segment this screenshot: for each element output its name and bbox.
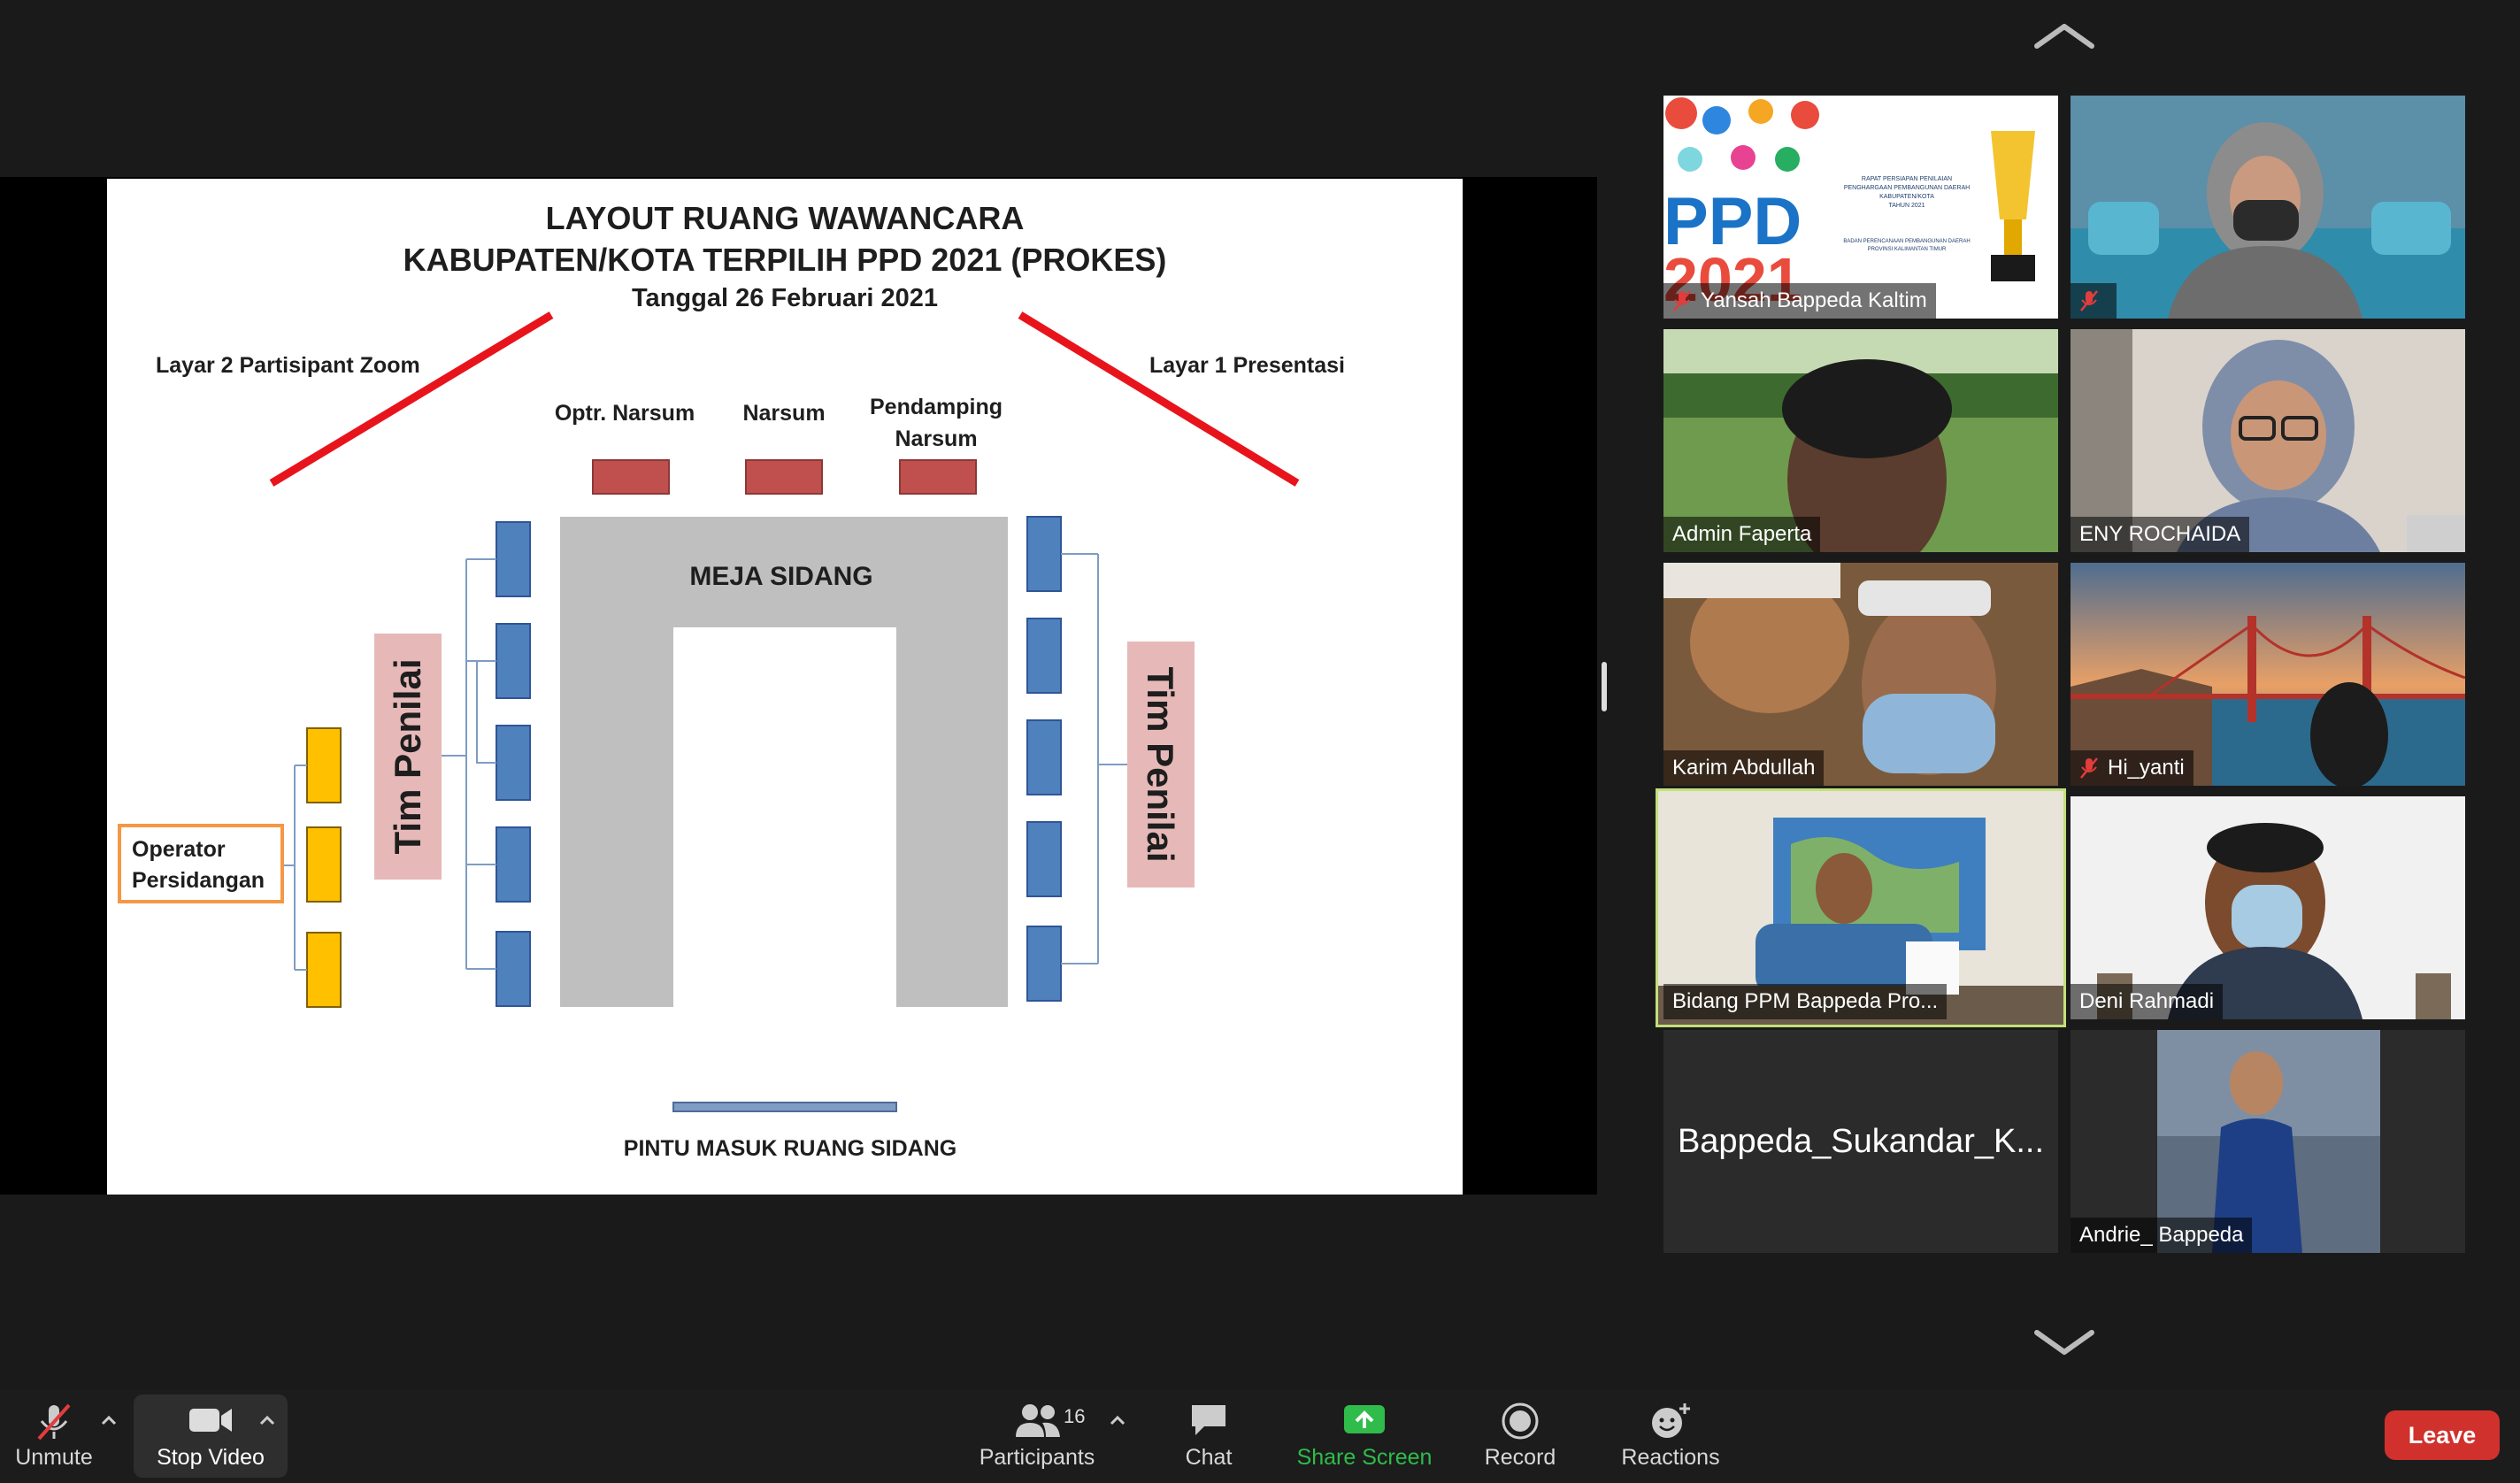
participant-tile[interactable]: ENY ROCHAIDA [2071, 329, 2465, 552]
participant-name-tag: Andrie_ Bappeda [2071, 1218, 2253, 1253]
participant-name: Yansah Bappeda Kaltim [1701, 288, 1927, 312]
participant-name: Bidang PPM Bappeda Pro... [1672, 989, 1939, 1013]
panel-right-label: Tim Penilai [1140, 667, 1181, 863]
slide-title-line2: KABUPATEN/KOTA TERPILIH PPD 2021 (PROKES… [403, 242, 1167, 278]
microphone-muted-icon [37, 1403, 71, 1441]
participant-name-tag [2071, 283, 2117, 319]
thumbnail-caption-6: PROVINSI KALIMANTAN TIMUR [1868, 247, 1947, 252]
participant-tile[interactable]: PPD 2021 RAPAT PERSIAPAN PENILAIAN PENGH… [1663, 96, 2058, 319]
microphone-muted-icon [1673, 290, 1691, 311]
table-label: MEJA SIDANG [689, 562, 872, 591]
screen-right-line [1018, 311, 1300, 487]
video-camera-icon [189, 1409, 232, 1432]
room-layout-diagram: LAYOUT RUANG WAWANCARA KABUPATEN/KOTA TE… [118, 200, 1345, 1161]
participants-icon [1016, 1404, 1060, 1437]
screen-left-line [269, 311, 554, 487]
seat-label-pendamping-2: Narsum [895, 426, 977, 451]
reactions-label: Reactions [1621, 1445, 1720, 1470]
participant-tile-video-off[interactable]: Bappeda_Sukandar_K... [1663, 1030, 2058, 1253]
participant-name-tag: Karim Abdullah [1663, 750, 1825, 786]
share-screen-icon [1344, 1405, 1385, 1433]
presentation-slide: LAYOUT RUANG WAWANCARA KABUPATEN/KOTA TE… [107, 179, 1463, 1195]
share-screen-label: Share Screen [1296, 1445, 1433, 1470]
entrance-label: PINTU MASUK RUANG SIDANG [624, 1136, 957, 1161]
gallery-next-page-icon[interactable] [2032, 1325, 2097, 1361]
seat-label-pendamping-1: Pendamping [870, 395, 1003, 419]
unmute-button[interactable]: Unmute [0, 1389, 108, 1483]
split-resize-handle[interactable] [1602, 662, 1607, 711]
leave-meeting-button[interactable]: Leave [2385, 1410, 2500, 1460]
participant-tile[interactable]: Andrie_ Bappeda [2071, 1030, 2465, 1253]
participants-button[interactable]: 16 Participants [973, 1389, 1101, 1483]
participant-tile[interactable]: Hi_yanti [2071, 563, 2465, 786]
seat-operator-narsum [592, 459, 670, 495]
participant-tile-active-speaker[interactable]: Bidang PPM Bappeda Pro... [1656, 788, 2066, 1027]
participant-name-tag: Admin Faperta [1663, 517, 1821, 552]
seat-label-narsum: Narsum [742, 401, 825, 426]
reactions-button[interactable]: Reactions [1610, 1389, 1731, 1483]
participant-tile[interactable]: Deni Rahmadi [2071, 796, 2465, 1019]
thumbnail-caption-2: PENGHARGAAN PEMBANGUNAN DAERAH [1844, 185, 1970, 191]
record-label: Record [1484, 1445, 1556, 1470]
participant-video [2071, 96, 2465, 319]
participants-options-chevron-up-icon[interactable] [1108, 1410, 1127, 1430]
participant-name-tag: Deni Rahmadi [2071, 984, 2224, 1019]
participant-name: Andrie_ Bappeda [2079, 1223, 2244, 1247]
chat-bubble-icon [1192, 1405, 1225, 1435]
chat-button[interactable]: Chat [1159, 1389, 1258, 1483]
gallery-prev-page-icon[interactable] [2032, 18, 2097, 53]
stop-video-label: Stop Video [157, 1445, 265, 1470]
participant-tile[interactable]: Karim Abdullah [1663, 563, 2058, 786]
participant-name-tag: Yansah Bappeda Kaltim [1663, 283, 1936, 319]
microphone-muted-icon [2080, 757, 2098, 779]
participants-label: Participants [979, 1445, 1095, 1470]
left-jury-seats [496, 521, 531, 1007]
participant-name: Hi_yanti [2108, 756, 2185, 780]
screen-left-label: Layar 2 Partisipant Zoom [156, 353, 420, 378]
participant-tile[interactable] [2071, 96, 2465, 319]
slide-title-line1: LAYOUT RUANG WAWANCARA [546, 200, 1025, 236]
meeting-toolbar: Unmute Stop Video 16 Participants Chat S… [0, 1389, 2520, 1483]
seat-narsum [745, 459, 823, 495]
panel-left-label: Tim Penilai [387, 659, 428, 855]
operator-label-line1: Operator [132, 837, 226, 862]
slide-date: Tanggal 26 Februari 2021 [632, 284, 938, 312]
screen-right-label: Layar 1 Presentasi [1149, 353, 1345, 378]
thumbnail-caption-5: BADAN PERENCANAAN PEMBANGUNAN DAERAH [1843, 239, 1970, 244]
microphone-muted-icon [2080, 290, 2098, 311]
thumbnail-caption-4: TAHUN 2021 [1888, 203, 1925, 209]
audio-options-chevron-up-icon[interactable] [99, 1410, 119, 1430]
participant-name: Admin Faperta [1672, 522, 1812, 546]
video-options-chevron-up-icon[interactable] [257, 1410, 277, 1430]
participant-name-large: Bappeda_Sukandar_K... [1677, 1122, 2045, 1160]
participant-tile[interactable]: Admin Faperta [1663, 329, 2058, 552]
seat-label-operator-narsum: Optr. Narsum [555, 401, 695, 426]
operator-seats [306, 727, 342, 1008]
emoji-reaction-icon [1652, 1403, 1690, 1438]
participant-name-tag: Bidang PPM Bappeda Pro... [1663, 984, 1948, 1019]
participant-name: Karim Abdullah [1672, 756, 1816, 780]
thumbnail-caption-1: RAPAT PERSIAPAN PENILAIAN [1862, 176, 1952, 182]
participants-count: 16 [1064, 1405, 1086, 1427]
record-button[interactable]: Record [1469, 1389, 1571, 1483]
share-screen-button[interactable]: Share Screen [1287, 1389, 1442, 1483]
seat-pendamping-narsum [899, 459, 977, 495]
chat-label: Chat [1185, 1445, 1233, 1470]
unmute-label: Unmute [15, 1445, 93, 1470]
operator-label-line2: Persidangan [132, 868, 265, 893]
participant-name: Deni Rahmadi [2079, 989, 2215, 1013]
participant-name: ENY ROCHAIDA [2079, 522, 2241, 546]
thumbnail-caption-3: KABUPATEN/KOTA [1879, 194, 1934, 200]
entrance-door [672, 1102, 897, 1112]
stop-video-button[interactable]: Stop Video [134, 1389, 288, 1483]
participant-name-tag: ENY ROCHAIDA [2071, 517, 2250, 552]
record-icon [1502, 1402, 1539, 1440]
right-jury-seats [1026, 516, 1062, 1002]
participant-name-tag: Hi_yanti [2071, 750, 2193, 786]
